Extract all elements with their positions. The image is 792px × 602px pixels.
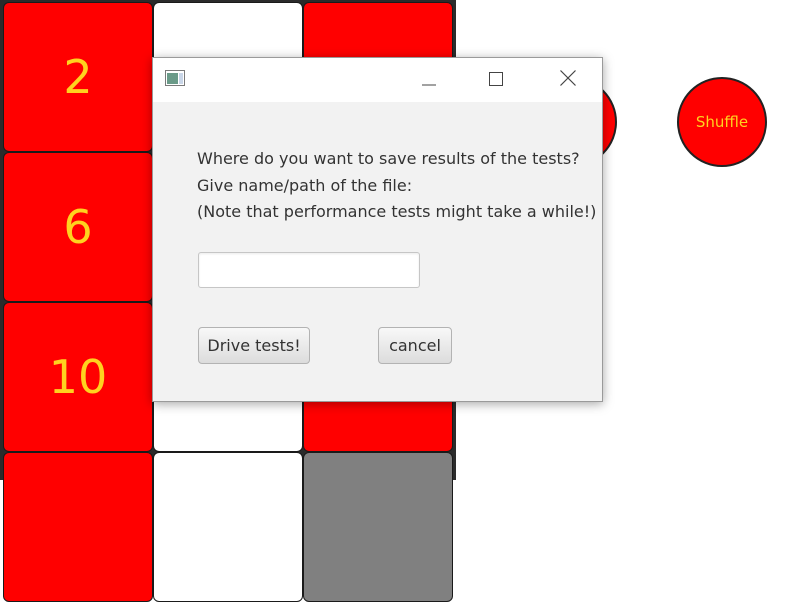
- minimize-icon: [422, 71, 436, 90]
- tile-2[interactable]: 2: [3, 2, 153, 152]
- tile[interactable]: [3, 452, 153, 602]
- save-results-dialog: Where do you want to save results of the…: [152, 57, 603, 402]
- tile-label: 2: [63, 50, 93, 104]
- message-line: (Note that performance tests might take …: [197, 202, 597, 221]
- drive-tests-button[interactable]: Drive tests!: [198, 327, 310, 364]
- tile-label: 10: [48, 350, 108, 404]
- dialog-message: Where do you want to save results of the…: [197, 146, 597, 226]
- drive-tests-label: Drive tests!: [207, 336, 301, 355]
- cancel-button[interactable]: cancel: [378, 327, 452, 364]
- file-path-input[interactable]: [198, 252, 420, 288]
- close-button[interactable]: [545, 58, 591, 102]
- tile-10[interactable]: 10: [3, 302, 153, 452]
- maximize-icon: [489, 71, 503, 90]
- message-line: Where do you want to save results of the…: [197, 149, 580, 168]
- tile-empty[interactable]: [153, 452, 303, 602]
- tile[interactable]: [303, 452, 453, 602]
- maximize-button[interactable]: [473, 58, 519, 102]
- close-icon: [560, 70, 576, 90]
- dialog-titlebar[interactable]: [153, 58, 602, 102]
- shuffle-button[interactable]: Shuffle: [677, 77, 767, 167]
- cancel-label: cancel: [389, 336, 441, 355]
- message-line: Give name/path of the file:: [197, 175, 413, 195]
- app-icon: [165, 70, 185, 86]
- tile-6[interactable]: 6: [3, 152, 153, 302]
- minimize-button[interactable]: [406, 58, 452, 102]
- tile-label: 6: [63, 200, 93, 254]
- shuffle-label: Shuffle: [695, 113, 749, 131]
